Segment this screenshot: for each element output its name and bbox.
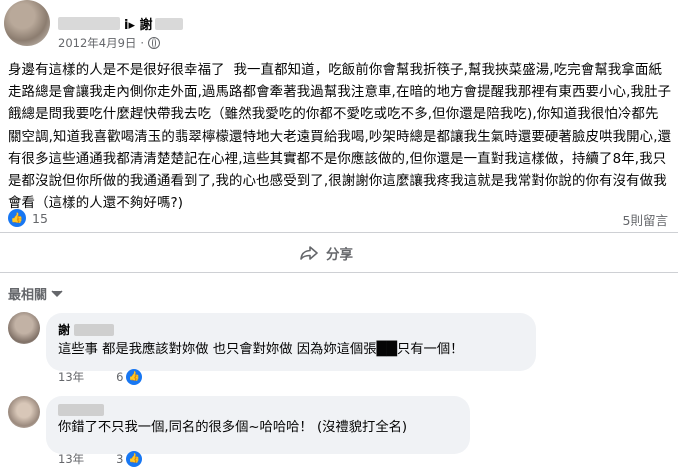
divider — [0, 272, 678, 273]
comment-author-name[interactable]: 謝 — [58, 321, 70, 338]
share-label: 分享 — [326, 247, 353, 263]
share-icon — [300, 246, 318, 260]
share-button[interactable]: 分享 — [300, 243, 353, 263]
comment-like-count: 6 — [116, 370, 124, 384]
post-date[interactable]: 2012年4月9日 — [58, 35, 136, 51]
post-author[interactable]: i▸ 謝 — [58, 14, 183, 33]
redacted-name — [58, 17, 120, 30]
comment-sort-dropdown[interactable]: 最相關 — [8, 284, 63, 303]
globe-icon — [148, 37, 161, 49]
comment-bubble: 你錯了不只我一個,同名的很多個~哈哈哈！ (沒禮貌打全名) — [46, 396, 470, 454]
comment-text: 這些事 都是我應該對妳做 也只會對妳做 因為妳這個張██只有一個！ — [58, 342, 464, 357]
post-text: 身邊有這樣的人是不是很好很幸福了 我一直都知道，吃飯前你會幫我折筷子,幫我挾菜盛… — [8, 63, 672, 212]
comment-text: 你錯了不只我一個,同名的很多個~哈哈哈！ (沒禮貌打全名) — [58, 420, 408, 435]
reaction-summary[interactable]: 👍 15 — [8, 209, 48, 227]
comment-meta: 13年 6 👍 — [58, 369, 143, 385]
post-author-name[interactable]: i▸ 謝 — [124, 14, 153, 33]
comment-time[interactable]: 13年 — [58, 369, 84, 385]
comment-bubble: 謝 這些事 都是我應該對妳做 也只會對妳做 因為妳這個張██只有一個！ — [46, 313, 536, 371]
redacted-name — [74, 323, 115, 336]
redacted-name — [154, 17, 183, 30]
post-author-avatar[interactable] — [4, 0, 50, 46]
sort-label: 最相關 — [8, 288, 48, 303]
divider — [0, 232, 678, 233]
comment-avatar[interactable] — [8, 312, 40, 344]
chevron-down-icon — [51, 289, 63, 297]
comment-avatar[interactable] — [8, 396, 40, 428]
post-meta: 2012年4月9日 · — [58, 35, 161, 51]
reaction-count: 15 — [32, 210, 48, 226]
comment-like-count: 3 — [116, 452, 124, 466]
like-icon: 👍 — [126, 369, 143, 385]
comment-author[interactable] — [58, 404, 458, 416]
comment-count[interactable]: 5則留言 — [623, 210, 668, 229]
comment-author[interactable]: 謝 — [58, 321, 524, 338]
like-icon: 👍 — [8, 209, 26, 227]
redacted-name — [58, 404, 104, 416]
